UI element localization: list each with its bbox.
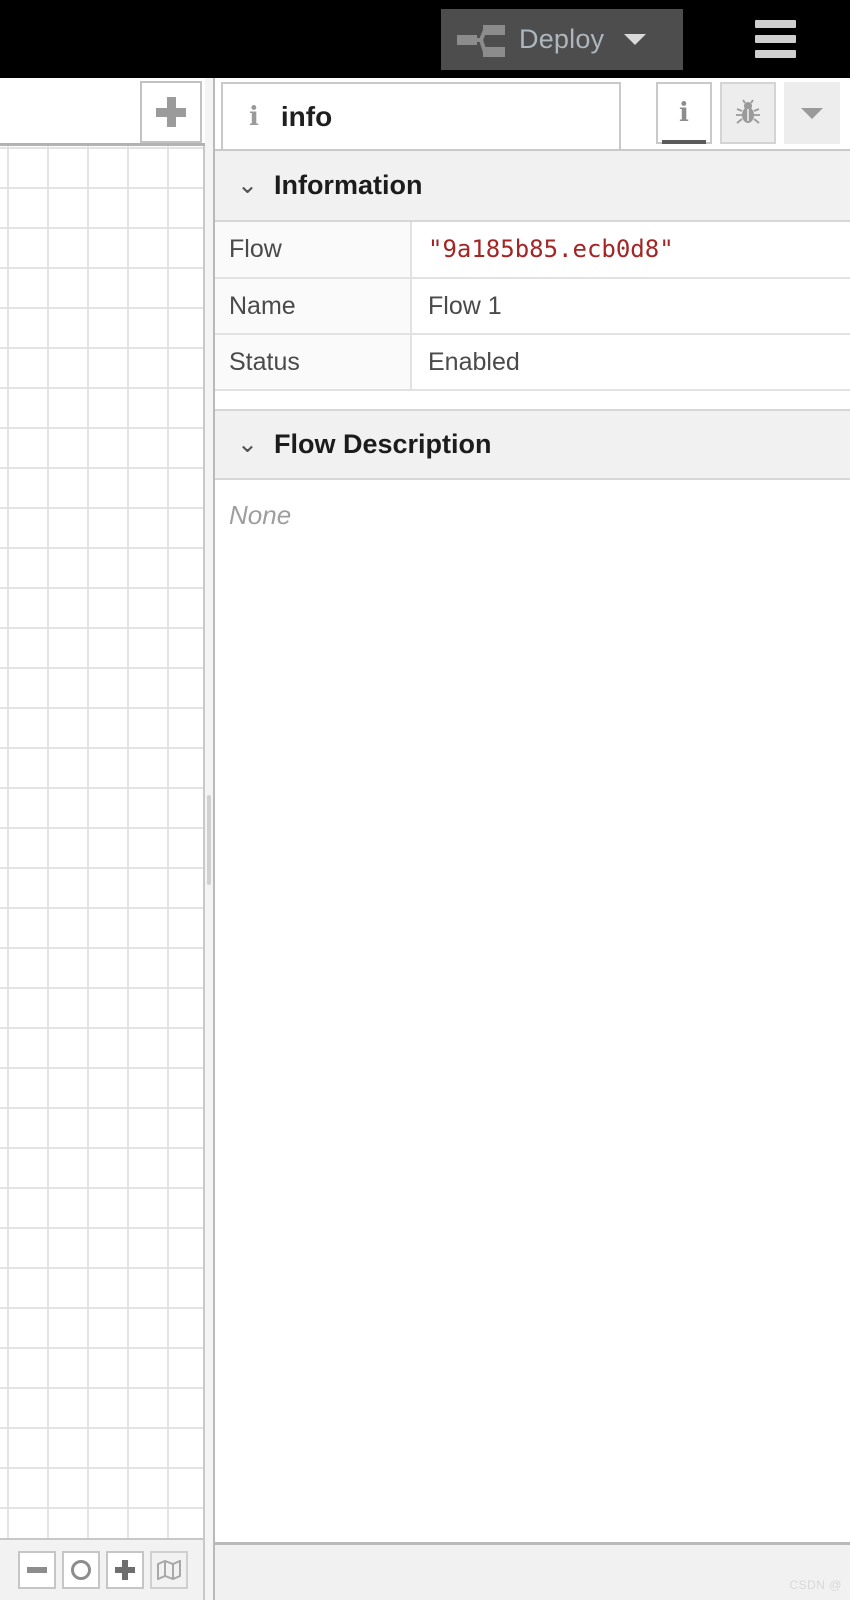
zoom-out-button[interactable] [18,1551,56,1589]
information-table: Flow "9a185b85.ecb0d8" Name Flow 1 Statu… [215,222,850,391]
flow-id-value: "9a185b85.ecb0d8" [428,235,674,263]
flow-canvas[interactable] [0,146,205,1538]
hamburger-bar [755,35,796,43]
flow-tab-bar [0,78,205,146]
row-value: Flow 1 [411,278,850,335]
bug-icon [736,99,760,124]
chevron-down-icon: ⌄ [237,430,258,458]
add-flow-tab-button[interactable] [140,81,202,143]
plus-icon [156,97,186,127]
section-title: Flow Description [273,429,492,459]
deploy-button-label: Deploy [519,24,605,54]
sidebar-footer: CSDN @ [215,1542,850,1600]
row-key: Name [215,278,412,335]
sidebar-tab-info[interactable]: i info [221,82,621,149]
sidebar-tab-label: info [280,100,333,132]
section-title: Information [273,170,423,200]
sidebar-tab-row: i info i [215,78,850,149]
row-value: "9a185b85.ecb0d8" [411,222,850,279]
flow-description-body: None [215,480,850,600]
hamburger-bar [755,50,796,58]
zoom-controls [18,1551,188,1589]
watermark: CSDN @ [789,1578,842,1592]
sidebar-debug-button[interactable] [720,82,776,144]
app-header: Deploy [0,0,850,78]
sidebar-content: ⌄ Information Flow "9a185b85.ecb0d8" Nam… [215,149,850,1542]
deploy-flow-icon [457,23,507,57]
plus-icon [115,1560,135,1580]
section-spacer [215,391,850,409]
section-header-information[interactable]: ⌄ Information [215,151,850,222]
row-key: Status [215,334,412,391]
panel-splitter[interactable] [205,78,213,1600]
circle-icon [71,1560,91,1580]
node-red-editor: Deploy i info i ⌄ Information Flow "9a18… [0,0,850,1600]
section-header-flow-description[interactable]: ⌄ Flow Description [215,409,850,480]
splitter-grip[interactable] [207,795,211,885]
minus-icon [27,1567,47,1573]
deploy-button[interactable]: Deploy [441,9,683,70]
sidebar-more-button[interactable] [784,82,840,144]
table-row: Flow "9a185b85.ecb0d8" [215,222,850,279]
chevron-down-icon[interactable] [624,34,647,45]
hamburger-menu-icon[interactable] [755,20,796,58]
zoom-reset-button[interactable] [62,1551,100,1589]
chevron-down-icon: ⌄ [237,171,258,199]
row-value: Enabled [411,334,850,391]
info-icon: i [249,101,259,132]
hamburger-bar [755,20,796,28]
map-icon [157,1560,181,1580]
table-row: Name Flow 1 [215,278,850,335]
sidebar-action-buttons: i [648,82,840,144]
info-icon: i [679,98,689,128]
flow-description-empty: None [229,500,292,530]
canvas-footer-toolbar [0,1538,205,1600]
table-row: Status Enabled [215,334,850,391]
zoom-in-button[interactable] [106,1551,144,1589]
chevron-down-icon [801,107,823,119]
row-key: Flow [215,222,412,279]
navigator-toggle-button[interactable] [150,1551,188,1589]
sidebar-info-button[interactable]: i [656,82,712,144]
sidebar-panel: i info i ⌄ Information Flow "9a185b85.ec… [213,78,850,1600]
flow-workspace [0,78,205,1600]
